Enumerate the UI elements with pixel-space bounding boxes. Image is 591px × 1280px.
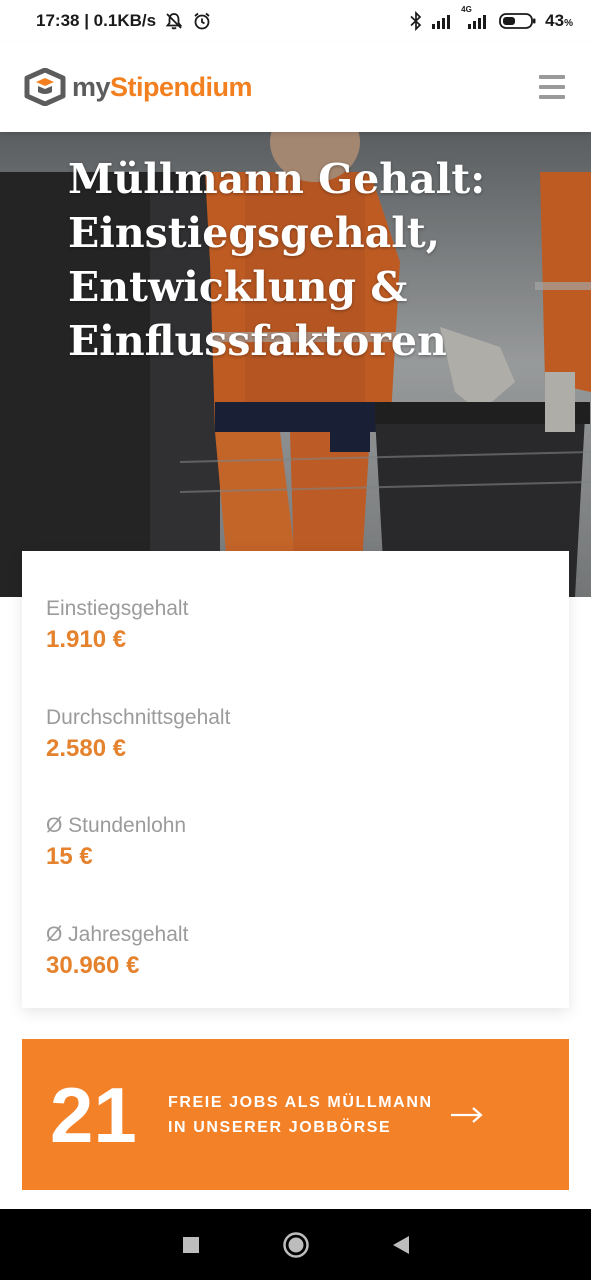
menu-bar — [539, 85, 565, 89]
hamburger-menu-icon[interactable] — [539, 75, 565, 99]
menu-bar — [539, 75, 565, 79]
graduation-cap-logo-icon — [24, 68, 66, 106]
status-left: 17:38 | 0.1KB/s — [36, 11, 212, 31]
back-triangle-icon[interactable] — [391, 1234, 411, 1256]
stat-value: 30.960 € — [46, 952, 140, 980]
status-time-speed: 17:38 | 0.1KB/s — [36, 11, 157, 30]
battery-icon — [499, 12, 537, 30]
stat-value: 2.580 € — [46, 734, 127, 762]
jobs-text: FREIE JOBS ALS MÜLLMANN IN UNSERER JOBBÖ… — [168, 1090, 438, 1140]
stat-label: Durchschnittsgehalt — [46, 705, 231, 729]
menu-bar — [539, 95, 565, 99]
hero-banner: Müllmann Gehalt: Einstiegsgehalt, Entwic… — [0, 132, 591, 597]
stat-label: Ø Jahresgehalt — [46, 923, 189, 947]
stat-label: Ø Stundenlohn — [46, 814, 187, 838]
stat-hourly-wage: Ø Stundenlohn 15 € — [46, 812, 569, 921]
salary-stats-card: Einstiegsgehalt 1.910 € Durchschnittsgeh… — [22, 551, 569, 1008]
stat-average-salary: Durchschnittsgehalt 2.580 € — [46, 704, 569, 813]
site-logo[interactable]: my Stipendium — [24, 68, 253, 106]
title-line: Einflussfaktoren — [68, 317, 447, 365]
stat-value: 15 € — [46, 843, 93, 871]
system-nav-bar — [0, 1209, 591, 1280]
bluetooth-icon — [409, 11, 423, 31]
logo-text-my: my — [72, 71, 111, 102]
network-label: 4G — [461, 5, 472, 14]
arrow-right-icon — [450, 1105, 484, 1125]
title-line: Einstiegsgehalt, — [68, 209, 440, 257]
jobs-banner-button[interactable]: 21 FREIE JOBS ALS MÜLLMANN IN UNSERER JO… — [22, 1039, 569, 1190]
page-title: Müllmann Gehalt: Einstiegsgehalt, Entwic… — [68, 152, 538, 368]
jobs-text-line: IN UNSERER JOBBÖRSE — [168, 1118, 392, 1136]
battery-level: 43% — [545, 11, 573, 30]
jobs-text-line: FREIE JOBS ALS MÜLLMANN — [168, 1093, 433, 1111]
title-line: Müllmann Gehalt: — [68, 155, 486, 203]
stat-annual-salary: Ø Jahresgehalt 30.960 € — [46, 921, 569, 1030]
jobs-count: 21 — [50, 1070, 137, 1159]
stat-label: Einstiegsgehalt — [46, 597, 189, 620]
status-bar: 17:38 | 0.1KB/s 4G 43% — [0, 0, 591, 42]
logo-text-stipendium: Stipendium — [110, 71, 253, 102]
signal-icon — [431, 13, 455, 29]
status-right: 4G 43% — [409, 5, 573, 31]
signal-4g-icon: 4G — [461, 5, 491, 29]
stat-entry-salary: Einstiegsgehalt 1.910 € — [46, 595, 569, 704]
stat-value: 1.910 € — [46, 626, 127, 653]
title-line: Entwicklung & — [68, 263, 408, 311]
alarm-icon — [192, 11, 212, 31]
recents-square-icon[interactable] — [181, 1235, 201, 1255]
site-header: my Stipendium — [0, 42, 591, 132]
mute-icon — [164, 11, 184, 31]
home-circle-icon[interactable] — [282, 1231, 310, 1259]
